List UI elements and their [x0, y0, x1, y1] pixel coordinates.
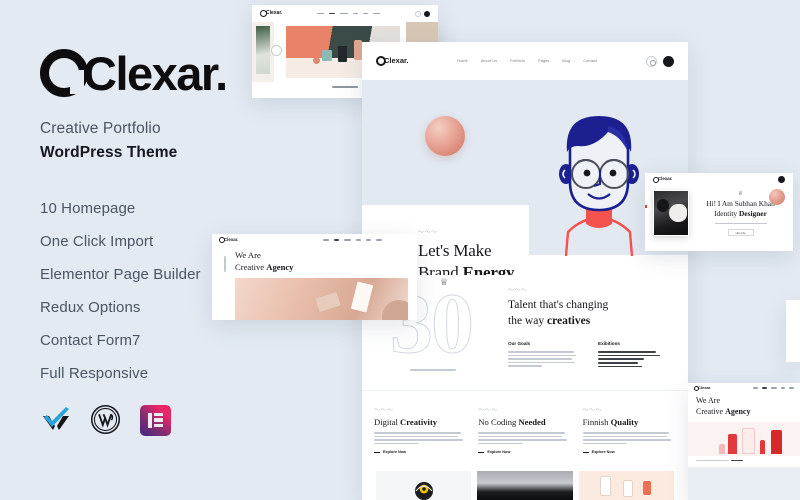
portfolio-tile-monochrome[interactable]	[477, 471, 573, 500]
mockup-nav[interactable]	[323, 239, 382, 241]
feature-list-item-responsive: Full Responsive	[40, 365, 149, 382]
feature-explore-link[interactable]: Explore Now	[478, 450, 571, 454]
agency2-caption	[688, 456, 800, 462]
feature-card-no-coding-needed[interactable]: 〜〜〜 No Coding Needed Explore Now	[478, 405, 571, 465]
menu-ball-icon[interactable]	[663, 55, 674, 67]
feature-list-item-elementor: Elementor Page Builder	[40, 266, 201, 283]
mockup-caption	[332, 86, 358, 88]
mockup-portfolio-grid	[362, 465, 688, 500]
stats-column-exibitions: Exibitions	[598, 341, 668, 368]
agency2-title-line1: We Are	[696, 396, 721, 405]
feature-list-item-homepage: 10 Homepage	[40, 200, 136, 217]
nav-item-blog[interactable]: Blog	[562, 59, 570, 63]
feature-explore-link[interactable]: Explore Now	[374, 450, 467, 454]
nav-item-about-us[interactable]: About Us	[481, 59, 497, 63]
person-subtitle	[696, 222, 785, 225]
circle-c-logo-icon	[40, 49, 88, 97]
nav-item-contact[interactable]: Contact	[583, 59, 597, 63]
nav-item-portfolio[interactable]: Portfolio	[510, 59, 525, 63]
nav-item-home[interactable]: Home	[457, 59, 467, 63]
person-cta-button[interactable]: Hire Me	[727, 229, 754, 237]
menu-ball-icon[interactable]	[778, 176, 785, 183]
search-icon[interactable]	[415, 10, 421, 17]
feature-list-item-contact-form7: Contact Form7	[40, 332, 141, 349]
feature-body	[582, 432, 676, 445]
feature-body	[374, 432, 467, 445]
agency2-hero-photo	[688, 421, 800, 456]
agency2-title-line2: Creative	[696, 406, 726, 416]
envato-check-icon	[40, 404, 72, 436]
tagline-primary: Creative Portfolio	[40, 120, 161, 137]
wordpress-icon	[90, 404, 122, 436]
mockup-logo: Clexar.	[694, 385, 711, 391]
stats-goals-body	[508, 351, 578, 367]
mockup-nav[interactable]	[317, 12, 381, 15]
mockup-personal-portfolio[interactable]: Clexar. ♕ Hi! I Am Subhan Khan Identity …	[645, 173, 793, 251]
stats-column-goals: Our Goals	[508, 341, 578, 367]
menu-ball-icon[interactable]	[424, 10, 430, 17]
stats-heading-emphasis: creatives	[546, 314, 591, 327]
stats-heading-line1: Talent that's changing	[508, 299, 609, 311]
technology-badges	[40, 404, 300, 436]
elementor-icon	[140, 404, 171, 436]
person-role-emphasis: Designer	[738, 209, 767, 219]
portfolio-tile-illustration[interactable]	[376, 471, 472, 500]
feature-card-digital-creativity[interactable]: 〜〜〜 Digital Creativity Explore Now	[374, 405, 467, 465]
decorative-sphere	[425, 116, 465, 156]
stats-exibitions-list	[598, 351, 668, 368]
feature-explore-link[interactable]: Explore Now	[582, 450, 676, 454]
agency2-title-emphasis: Agency	[725, 406, 751, 416]
decorative-sphere	[769, 189, 785, 205]
stats-number-caption	[410, 369, 456, 371]
mockup-feature-cards: 〜〜〜 Digital Creativity Explore Now 〜〜〜 N…	[362, 390, 688, 465]
hero-heading-line1: Let's Make	[418, 241, 492, 260]
tagline-secondary: WordPress Theme	[40, 144, 178, 161]
mockup-main-navbar[interactable]: Clexar. Home About Us Portfolio Pages Bl…	[362, 42, 688, 80]
feature-card-finnish-quality[interactable]: 〜〜〜 Finnish Quality Explore Now	[582, 405, 676, 465]
agency2-lower-band	[688, 467, 800, 500]
stats-eyebrow: 〜〜〜	[508, 288, 528, 294]
feature-list: 10 Homepage One Click Import Elementor P…	[40, 200, 300, 382]
portfolio-tile-mobile-app[interactable]	[578, 471, 674, 500]
search-icon[interactable]	[646, 55, 657, 67]
product-info-panel: Clexar. Creative Portfolio WordPress The…	[0, 0, 300, 500]
mockup-hero-section: 〜〜〜 Let's Make Brand Energy Explore Now	[362, 80, 688, 315]
mockup-nav[interactable]	[753, 387, 794, 389]
nav-item-pages[interactable]: Pages	[538, 59, 549, 63]
brand-logo: Clexar.	[40, 42, 300, 104]
mockup-logo: Clexar.	[653, 176, 672, 183]
accent-tab	[645, 205, 647, 208]
portrait-avatar	[653, 190, 689, 236]
feature-list-item-redux: Redux Options	[40, 299, 141, 316]
mockup-cosmetic-agency[interactable]: Clexar. We Are Creative Agency	[688, 383, 800, 500]
brand-name: Clexar.	[83, 46, 228, 100]
person-role: Identity	[714, 209, 739, 219]
mockup-edge-sliver	[786, 300, 800, 362]
feature-list-item-one-click-import: One Click Import	[40, 233, 154, 250]
feature-body	[478, 432, 571, 445]
stats-heading-line2: the way	[508, 314, 547, 327]
mockup-main-logo: Clexar.	[376, 56, 409, 66]
eyebrow-squiggle: 〜〜〜	[418, 230, 438, 236]
